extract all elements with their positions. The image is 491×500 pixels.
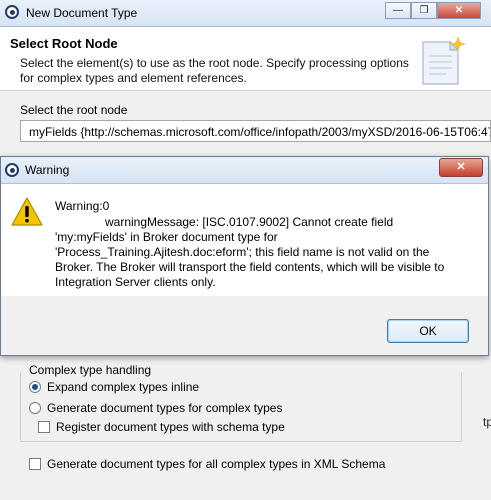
register-schema-checkbox[interactable] <box>38 421 50 433</box>
generate-all-checkbox[interactable] <box>29 458 41 470</box>
close-button[interactable]: ✕ <box>437 2 481 19</box>
document-wizard-icon <box>422 36 466 85</box>
warning-message: warningMessage: [ISC.0107.9002] Cannot c… <box>55 215 445 289</box>
complex-type-group-label: Complex type handling <box>29 363 152 377</box>
warning-title-bar: Warning ✕ <box>1 157 488 184</box>
window-title: New Document Type <box>26 6 138 20</box>
wizard-header: Select Root Node Select the element(s) t… <box>0 27 491 91</box>
generate-all-option[interactable]: Generate document types for all complex … <box>29 457 385 471</box>
expand-inline-label: Expand complex types inline <box>47 380 200 394</box>
window-controls: — ❐ ✕ <box>385 2 481 20</box>
warning-body: Warning:0 warningMessage: [ISC.0107.9002… <box>1 184 488 296</box>
title-bar: New Document Type — ❐ ✕ <box>0 0 491 27</box>
warning-close-button[interactable]: ✕ <box>439 158 483 177</box>
warning-triangle-icon <box>11 197 43 226</box>
page-description: Select the element(s) to use as the root… <box>20 56 409 85</box>
ok-button[interactable]: OK <box>387 319 469 343</box>
register-schema-label: Register document types with schema type <box>56 420 285 434</box>
warning-footer: OK <box>1 297 488 355</box>
root-node-field[interactable]: myFields {http://schemas.microsoft.com/o… <box>20 120 491 142</box>
app-logo-icon <box>5 5 19 19</box>
warning-dialog: Warning ✕ Warning:0 warningMessage: [ISC… <box>0 156 489 356</box>
restore-button[interactable]: ❐ <box>411 2 437 19</box>
generate-complex-radio[interactable] <box>29 402 41 414</box>
warning-heading: Warning:0 <box>55 199 110 213</box>
generate-complex-label: Generate document types for complex type… <box>47 401 283 415</box>
page-title: Select Root Node <box>10 36 118 51</box>
register-schema-option[interactable]: Register document types with schema type <box>38 420 285 434</box>
expand-inline-option[interactable]: Expand complex types inline <box>29 380 199 394</box>
app-logo-icon <box>5 163 19 177</box>
expand-inline-radio[interactable] <box>29 381 41 393</box>
generate-all-label: Generate document types for all complex … <box>47 457 386 471</box>
minimize-button[interactable]: — <box>385 2 411 19</box>
generate-complex-option[interactable]: Generate document types for complex type… <box>29 401 282 415</box>
warning-title: Warning <box>25 163 70 177</box>
root-node-label: Select the root node <box>20 103 128 117</box>
clipped-text-fragment: tp <box>483 415 491 429</box>
